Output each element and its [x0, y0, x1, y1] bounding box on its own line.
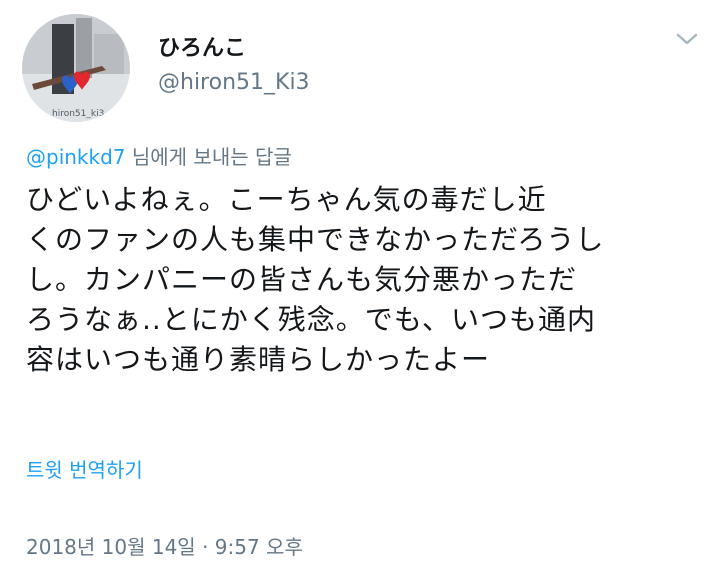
tweet-text: ひどいよねぇ。こーちゃん気の毒だし近 くのファンの人も集中できなかっただろうし … [26, 180, 706, 380]
tweet-text-line: し。カンパニーの皆さんも気分悪かっただ [26, 263, 578, 296]
tweet-text-line: 容はいつも通り素晴らしかったよー [26, 343, 491, 376]
avatar[interactable]: hiron51_ki3 [22, 14, 130, 122]
avatar-caption: hiron51_ki3 [52, 109, 104, 119]
avatar-image: hiron51_ki3 [22, 14, 130, 122]
reply-suffix: 님에게 보내는 답글 [125, 145, 292, 169]
author-name[interactable]: ひろんこ [158, 36, 246, 62]
author-handle[interactable]: @hiron51_Ki3 [158, 70, 310, 96]
tweet-timestamp[interactable]: 2018년 10월 14일 · 9:57 오후 [26, 535, 303, 559]
tweet-text-line: くのファンの人も集中できなかっただろうし [26, 223, 605, 256]
reply-mention-link[interactable]: @pinkkd7 [26, 145, 126, 169]
tweet-text-line: ろうなぁ..とにかく残念。でも、いつも通内 [26, 303, 596, 336]
translate-tweet-link[interactable]: 트윗 번역하기 [26, 458, 143, 482]
tweet-detail: hiron51_ki3 ひろんこ @hiron51_Ki3 @pinkkd7 님… [0, 0, 720, 568]
tweet-text-line: ひどいよねぇ。こーちゃん気の毒だし近 [26, 183, 547, 216]
chevron-down-icon [676, 33, 698, 45]
tweet-menu-button[interactable] [674, 28, 700, 50]
replying-to: @pinkkd7 님에게 보내는 답글 [26, 145, 292, 169]
